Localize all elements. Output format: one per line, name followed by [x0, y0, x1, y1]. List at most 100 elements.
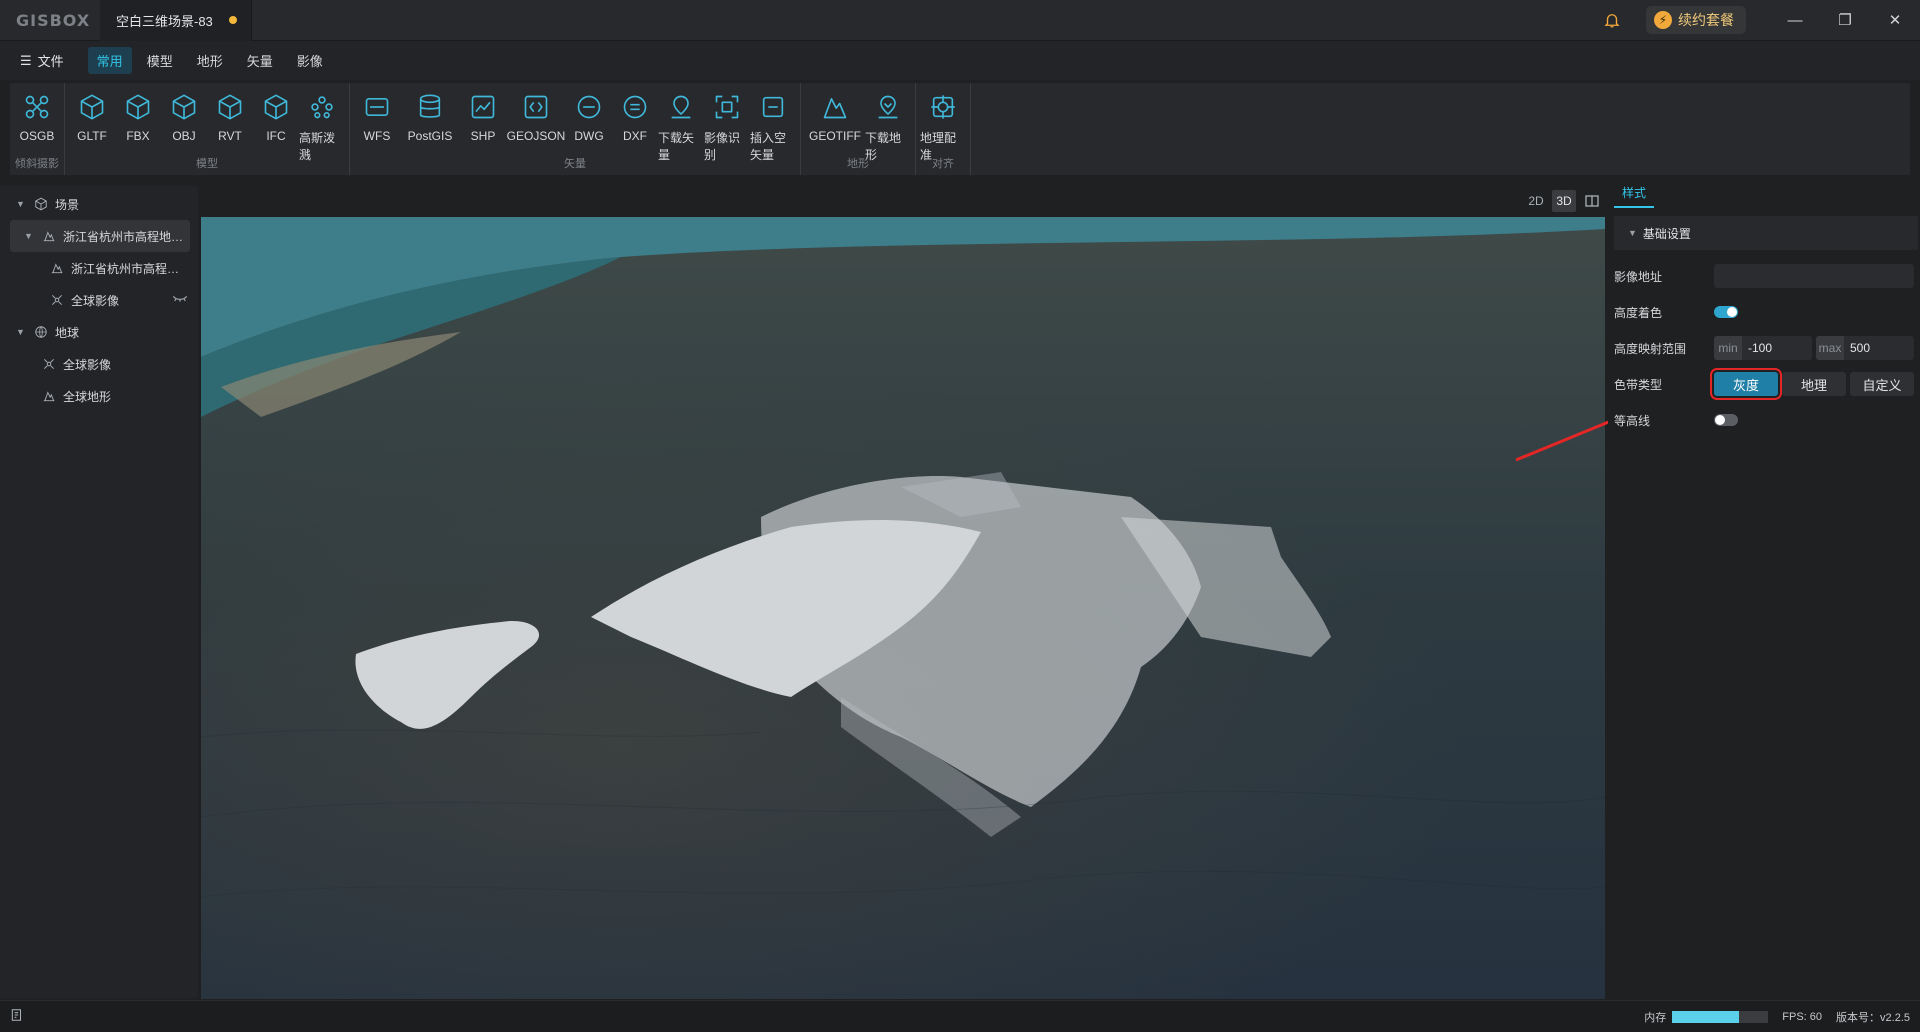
ribbon-button-dwg[interactable]: DWG: [566, 83, 612, 153]
view-2d-button[interactable]: 2D: [1524, 190, 1548, 212]
close-icon[interactable]: ✕: [1870, 0, 1920, 41]
ribbon-type-segmented: 灰度 地理 自定义: [1710, 368, 1914, 400]
tab-common[interactable]: 常用: [87, 47, 132, 74]
tab-imagery[interactable]: 影像: [288, 47, 332, 74]
memory-bar: [1672, 1010, 1769, 1023]
caret-down-icon[interactable]: ▼: [24, 231, 34, 241]
tab-style[interactable]: 样式: [1614, 184, 1655, 208]
tree-node-globe[interactable]: ▼ 地球: [0, 316, 198, 348]
ribbon-button-ifc[interactable]: IFC: [253, 83, 299, 153]
notification-bell-icon[interactable]: [1592, 11, 1632, 29]
lightning-icon: ⚡: [1654, 11, 1672, 29]
tab-model[interactable]: 模型: [138, 47, 182, 74]
ribbon-group-label: 地形: [847, 158, 869, 170]
basic-settings-header[interactable]: ▼ 基础设置: [1614, 216, 1918, 250]
tree-label-global-imagery: 全球影像: [71, 293, 120, 308]
ribbon-grayscale-button[interactable]: 灰度: [1710, 368, 1782, 400]
globe-icon: [35, 326, 47, 338]
caret-down-icon[interactable]: ▼: [16, 199, 26, 209]
ribbon-button-osgb[interactable]: OSGB: [14, 83, 60, 153]
view-mode-switch: 2D 3D: [1524, 190, 1604, 212]
tree-node-hangzhou-terrain[interactable]: ▼ 浙江省杭州市高程地…: [10, 220, 190, 252]
database-icon: [416, 93, 444, 129]
tree-node-globe-terrain[interactable]: 全球地形: [0, 380, 198, 412]
map-3d-viewport[interactable]: [201, 217, 1605, 999]
ribbon-button-高斯泼溅[interactable]: 高斯泼溅: [299, 83, 345, 162]
eye-off-icon[interactable]: [172, 293, 188, 307]
tree-node-scene[interactable]: ▼ 场景: [0, 188, 198, 220]
height-range-row: 高度映射范围 min -100 max 500: [1614, 334, 1918, 362]
version-readout: 版本号：v2.2.5: [1836, 1011, 1910, 1024]
split-view-icon[interactable]: [1580, 190, 1604, 212]
geojson-icon: [522, 93, 550, 129]
renew-plan-label: 续约套餐: [1678, 12, 1734, 28]
tab-terrain[interactable]: 地形: [188, 47, 232, 74]
download-vector-icon: [667, 93, 695, 129]
cube-icon: [216, 93, 244, 129]
ribbon-button-geojson[interactable]: GEOJSON: [506, 83, 566, 153]
image-url-label: 影像地址: [1614, 269, 1663, 284]
imagery-icon: [52, 295, 62, 305]
ribbon-button-下载矢量[interactable]: 下载矢量: [658, 83, 704, 162]
ribbon-button-label: 下载矢量: [658, 131, 695, 162]
ribbon-type-row: 色带类型 灰度 地理 自定义: [1614, 368, 1918, 400]
tree-label-globe: 地球: [55, 325, 80, 340]
ribbon-button-fbx[interactable]: FBX: [115, 83, 161, 153]
ribbon-button-gltf[interactable]: GLTF: [69, 83, 115, 153]
ribbon-button-dxf[interactable]: DXF: [612, 83, 658, 153]
style-panel: 样式 ▼ 基础设置 影像地址 高度着色 高度映射范围 min -100 max …: [1608, 180, 1920, 998]
ribbon-button-label: GEOJSON: [506, 129, 566, 143]
shp-icon: [469, 93, 497, 129]
height-color-row: 高度着色: [1614, 298, 1918, 326]
ribbon-group: GLTF FBX OBJ RVT IFC 高斯泼溅 模型: [65, 83, 350, 175]
ribbon-button-影像识别[interactable]: 影像识别: [704, 83, 750, 162]
ribbon-button-shp[interactable]: SHP: [460, 83, 506, 153]
contour-toggle[interactable]: [1714, 414, 1738, 426]
document-title: 空白三维场景-83: [116, 13, 213, 29]
caret-down-icon: ▼: [1628, 228, 1637, 238]
ribbon-button-label: FBX: [126, 129, 150, 143]
file-menu-label: 文件: [37, 54, 64, 69]
fps-readout: FPS: 60: [1782, 1010, 1823, 1023]
ribbon-button-wfs[interactable]: WFS: [354, 83, 400, 153]
tree-node-hangzhou-terrain-child[interactable]: 浙江省杭州市高程…: [0, 252, 198, 284]
cube-icon: [170, 93, 198, 129]
ribbon-button-geotiff[interactable]: GEOTIFF: [805, 83, 865, 153]
insert-vector-icon: [759, 93, 787, 129]
minimize-icon[interactable]: —: [1770, 0, 1820, 41]
tab-vector[interactable]: 矢量: [238, 47, 282, 74]
ribbon-button-插入空矢量[interactable]: 插入空矢量: [750, 83, 796, 162]
ribbon-button-rvt[interactable]: RVT: [207, 83, 253, 153]
renew-plan-button[interactable]: ⚡ 续约套餐: [1646, 6, 1746, 34]
max-height-input[interactable]: max 500: [1816, 336, 1914, 360]
file-menu[interactable]: ☰ 文件: [20, 51, 64, 70]
scene-cube-icon: [35, 197, 47, 211]
caret-down-icon[interactable]: ▼: [16, 327, 26, 337]
status-bar: 内存 FPS: 60 版本号：v2.2.5: [0, 1000, 1920, 1032]
view-3d-button[interactable]: 3D: [1552, 190, 1576, 212]
document-tab[interactable]: 空白三维场景-83: [100, 0, 252, 41]
ribbon-group-label: 倾斜摄影: [15, 158, 59, 170]
max-prefix: max: [1816, 336, 1844, 360]
tree-node-global-imagery[interactable]: 全球影像: [0, 284, 198, 316]
image-recognition-icon: [713, 93, 741, 129]
ribbon-button-label: PostGIS: [407, 129, 453, 143]
ribbon-button-下载地形[interactable]: 下载地形: [865, 83, 911, 162]
ribbon-button-label: 影像识别: [704, 131, 741, 162]
ribbon-button-地理配准[interactable]: 地理配准: [920, 83, 966, 162]
tree-node-globe-imagery[interactable]: 全球影像: [0, 348, 198, 380]
log-icon[interactable]: [10, 1008, 24, 1025]
ribbon-button-postgis[interactable]: PostGIS: [400, 83, 460, 153]
min-height-input[interactable]: min -100: [1714, 336, 1812, 360]
ribbon-button-label: GEOTIFF: [809, 129, 861, 143]
restore-icon[interactable]: ❐: [1820, 0, 1870, 41]
wfs-icon: [363, 93, 391, 129]
ribbon-group: WFS PostGIS SHP GEOJSON DWG DXF 下载矢量 影像识别 插入空矢量矢…: [350, 83, 801, 175]
ribbon-custom-button[interactable]: 自定义: [1850, 372, 1914, 396]
ribbon-button-obj[interactable]: OBJ: [161, 83, 207, 153]
ribbon-geography-button[interactable]: 地理: [1782, 372, 1846, 396]
tree-label-globe-imagery: 全球影像: [63, 357, 112, 372]
image-url-input[interactable]: [1714, 264, 1914, 288]
download-terrain-icon: [874, 93, 902, 129]
height-color-toggle[interactable]: [1714, 306, 1738, 318]
